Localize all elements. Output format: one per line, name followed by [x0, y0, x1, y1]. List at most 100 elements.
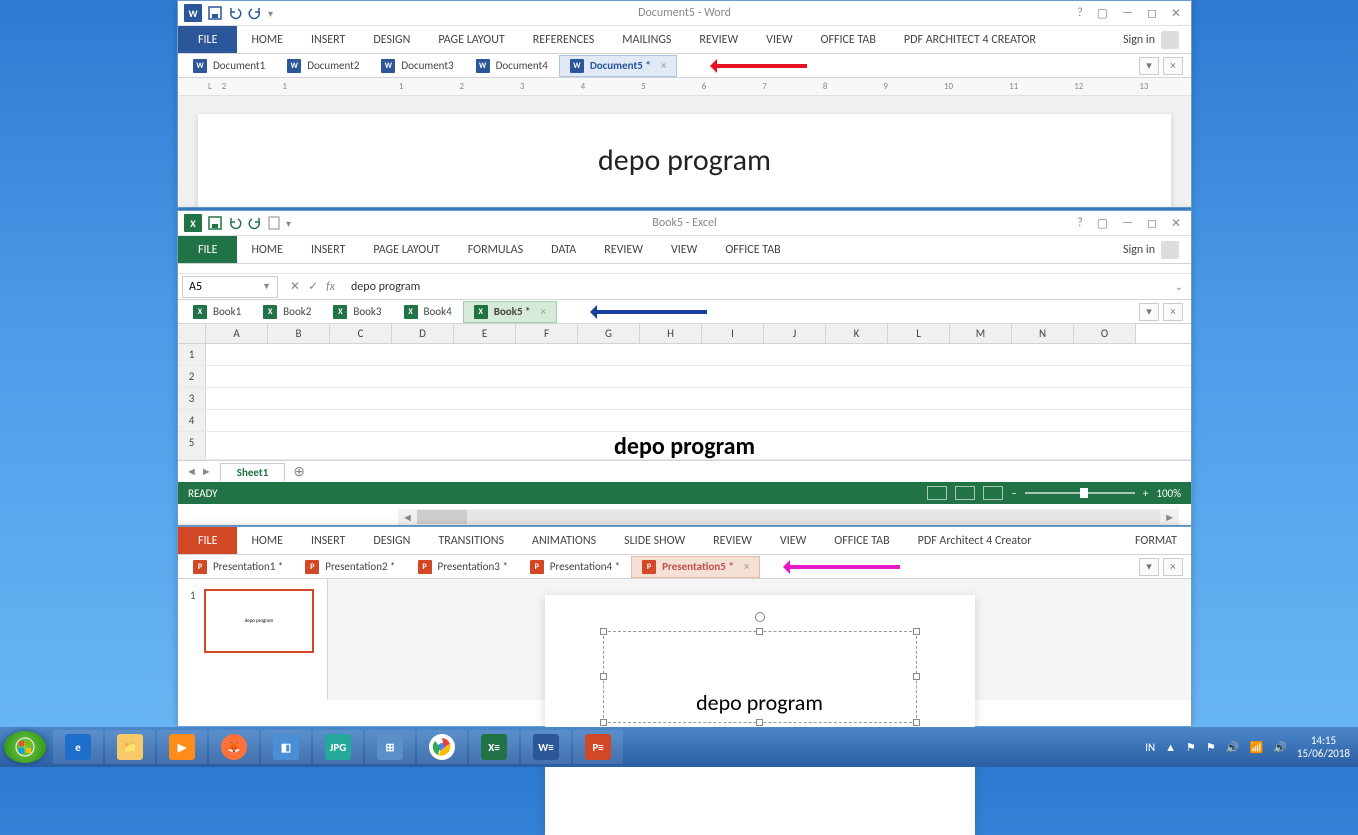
file-tab[interactable]: FILE: [178, 26, 237, 53]
slide-title-text[interactable]: depo program: [696, 689, 823, 716]
ribbon-tab-transitions[interactable]: TRANSITIONS: [424, 527, 518, 554]
word-document-area[interactable]: depo program: [178, 96, 1191, 207]
clock[interactable]: 14:15 15/06/2018: [1297, 734, 1350, 760]
ribbon-tab-review[interactable]: REVIEW: [590, 236, 657, 263]
doc-tab-active[interactable]: WDocument5 *×: [559, 55, 677, 77]
ribbon-tab-design[interactable]: DESIGN: [359, 26, 424, 53]
tabs-close-button[interactable]: ×: [1163, 558, 1183, 576]
doc-tab[interactable]: WDocument4: [465, 55, 559, 77]
close-tab-icon[interactable]: ×: [541, 305, 546, 318]
col-header[interactable]: E: [454, 324, 516, 343]
language-indicator[interactable]: IN: [1145, 741, 1155, 754]
taskbar-calculator[interactable]: ⊞: [365, 730, 415, 764]
taskbar-ie[interactable]: e: [53, 730, 103, 764]
slide[interactable]: depo program: [545, 595, 975, 835]
horizontal-scrollbar[interactable]: ◄►: [398, 509, 1179, 525]
ribbon-tab-pagelayout[interactable]: PAGE LAYOUT: [359, 236, 453, 263]
expand-formula-icon[interactable]: ⌄: [1167, 280, 1191, 293]
tabs-menu-button[interactable]: ▾: [1139, 57, 1159, 75]
redo-icon[interactable]: [248, 6, 262, 20]
ribbon-tab-mailings[interactable]: MAILINGS: [608, 26, 685, 53]
ruler[interactable]: L 211234567891011121314: [178, 78, 1191, 96]
action-center-icon[interactable]: ⚑: [1186, 741, 1196, 754]
excel-titlebar[interactable]: X ▾ Book5 - Excel ? ▢ — ◻ ✕: [178, 211, 1191, 236]
name-box[interactable]: A5▼: [182, 276, 278, 298]
taskbar-excel[interactable]: X≡: [469, 730, 519, 764]
slide-thumbnail[interactable]: depo program: [204, 589, 314, 653]
minimize-icon[interactable]: —: [1122, 216, 1133, 231]
close-tab-icon[interactable]: ×: [744, 560, 749, 573]
col-header[interactable]: N: [1012, 324, 1074, 343]
taskbar-firefox[interactable]: 🦊: [209, 730, 259, 764]
row-header[interactable]: 1: [178, 344, 206, 365]
slide-thumbnail-panel[interactable]: 1 depo program: [178, 579, 328, 700]
volume-icon[interactable]: 🔊: [1273, 741, 1287, 754]
signin-button[interactable]: Sign in: [1111, 26, 1191, 53]
file-tab[interactable]: FILE: [178, 527, 237, 554]
page-layout-view-icon[interactable]: [955, 486, 975, 500]
presentation-tab-active[interactable]: PPresentation5 *×: [631, 556, 760, 578]
book-tab[interactable]: XBook2: [252, 301, 322, 323]
new-icon[interactable]: [268, 216, 280, 230]
ribbon-tab-view[interactable]: VIEW: [766, 527, 820, 554]
sheet-nav-next-icon[interactable]: ►: [201, 465, 212, 478]
close-icon[interactable]: ✕: [1171, 216, 1181, 231]
ribbon-tab-home[interactable]: HOME: [237, 527, 297, 554]
network-icon[interactable]: 🔊: [1226, 741, 1240, 754]
col-header[interactable]: M: [950, 324, 1012, 343]
ribbon-tab-data[interactable]: DATA: [537, 236, 590, 263]
close-tab-icon[interactable]: ×: [661, 59, 666, 72]
ribbon-tab-home[interactable]: HOME: [237, 26, 297, 53]
book-tab[interactable]: XBook1: [182, 301, 252, 323]
col-header[interactable]: C: [330, 324, 392, 343]
select-all-corner[interactable]: [178, 324, 206, 343]
col-header[interactable]: A: [206, 324, 268, 343]
col-header[interactable]: I: [702, 324, 764, 343]
ribbon-tab-insert[interactable]: INSERT: [297, 236, 359, 263]
ribbon-tab-officetab[interactable]: OFFICE TAB: [820, 527, 903, 554]
slide-edit-area[interactable]: depo program: [328, 579, 1191, 700]
row-header[interactable]: 4: [178, 410, 206, 431]
ribbon-tab-format[interactable]: FORMAT: [1121, 527, 1191, 554]
col-header[interactable]: D: [392, 324, 454, 343]
tray-icon[interactable]: ▲: [1165, 741, 1176, 754]
maximize-icon[interactable]: ◻: [1147, 6, 1157, 21]
book-tab-active[interactable]: XBook5 *×: [463, 301, 557, 323]
document-text[interactable]: depo program: [598, 142, 771, 179]
ribbon-tab-insert[interactable]: INSERT: [297, 527, 359, 554]
ribbon-tab-design[interactable]: DESIGN: [359, 527, 424, 554]
taskbar-explorer[interactable]: 📁: [105, 730, 155, 764]
presentation-tab[interactable]: PPresentation4 *: [519, 556, 631, 578]
signin-button[interactable]: Sign in: [1111, 236, 1191, 263]
taskbar-chrome[interactable]: [417, 730, 467, 764]
save-icon[interactable]: [208, 6, 222, 20]
help-icon[interactable]: ?: [1077, 216, 1083, 231]
taskbar-powerpoint[interactable]: P≡: [573, 730, 623, 764]
sheet-tab[interactable]: Sheet1: [220, 463, 286, 481]
sheet-nav-prev-icon[interactable]: ◄: [186, 465, 197, 478]
presentation-tab[interactable]: PPresentation2 *: [294, 556, 406, 578]
undo-icon[interactable]: [228, 6, 242, 20]
enter-icon[interactable]: ✓: [308, 279, 318, 294]
file-tab[interactable]: FILE: [178, 236, 237, 263]
col-header[interactable]: L: [888, 324, 950, 343]
taskbar-app[interactable]: ◧: [261, 730, 311, 764]
cell-a5-content[interactable]: depo program: [614, 432, 755, 461]
row-header[interactable]: 3: [178, 388, 206, 409]
tabs-close-button[interactable]: ×: [1163, 57, 1183, 75]
redo-icon[interactable]: [248, 216, 262, 230]
col-header[interactable]: K: [826, 324, 888, 343]
taskbar-word[interactable]: W≡: [521, 730, 571, 764]
close-icon[interactable]: ✕: [1171, 6, 1181, 21]
zoom-slider[interactable]: [1025, 492, 1135, 494]
col-header[interactable]: B: [268, 324, 330, 343]
col-header[interactable]: H: [640, 324, 702, 343]
zoom-out-icon[interactable]: −: [1011, 487, 1016, 500]
ribbon-options-icon[interactable]: ▢: [1097, 6, 1108, 21]
taskbar-mediaplayer[interactable]: ▶: [157, 730, 207, 764]
cancel-icon[interactable]: ✕: [290, 279, 300, 294]
presentation-tab[interactable]: PPresentation1 *: [182, 556, 294, 578]
presentation-tab[interactable]: PPresentation3 *: [407, 556, 519, 578]
help-icon[interactable]: ?: [1077, 6, 1083, 21]
ribbon-tab-officetab[interactable]: OFFICE TAB: [807, 26, 890, 53]
